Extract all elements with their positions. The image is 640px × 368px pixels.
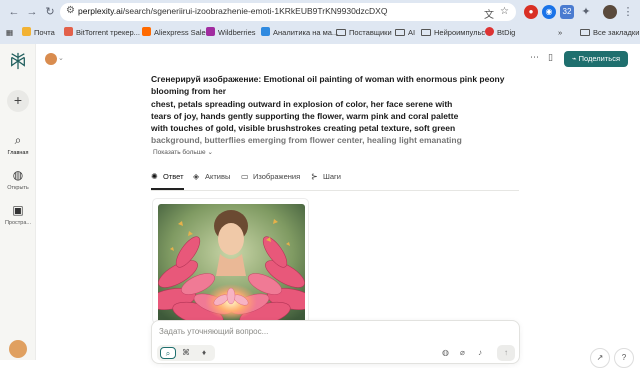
analytics-icon <box>261 27 270 36</box>
perplexity-logo-icon[interactable] <box>9 52 27 70</box>
send-button[interactable]: ↑ <box>497 345 515 361</box>
search-home-icon: ⌕ <box>14 133 22 147</box>
apps-grid-icon[interactable]: ▦ <box>6 27 13 39</box>
back-arrow-icon[interactable]: ← <box>6 4 22 20</box>
chevron-down-icon[interactable]: ⌄ <box>58 54 64 62</box>
mail-icon <box>22 27 31 36</box>
bookmark-item[interactable]: BitTorrent трекер... <box>64 27 140 39</box>
query-line: blooming from her <box>151 86 227 97</box>
bookmark-icon[interactable]: ▯ <box>548 52 553 63</box>
query-line: tears of joy, hands gently supporting th… <box>151 110 459 121</box>
bookmark-folder[interactable]: Поставщики <box>336 27 392 39</box>
author-avatar[interactable] <box>45 53 57 65</box>
extensions-puzzle-icon[interactable]: ✦ <box>578 4 594 20</box>
bookmark-item[interactable]: Почта <box>22 27 55 39</box>
more-options-icon[interactable]: ⋯ <box>530 52 539 63</box>
spaces-icon: ▣ <box>12 203 24 217</box>
more-bookmarks-icon[interactable]: » <box>558 27 562 39</box>
query-line: Сгенерируй изображение: Emotional oil pa… <box>151 74 505 84</box>
sidebar-item-label: Открыть <box>7 185 29 191</box>
bookmark-item[interactable]: Аналитика на ма... <box>261 27 338 39</box>
steps-icon: ⊱ <box>311 172 318 181</box>
url-domain: perplexity.ai <box>78 6 123 16</box>
tab-answer[interactable]: ✺ Ответ <box>151 171 184 190</box>
perplexity-icon: ✺ <box>151 172 158 181</box>
labs-mode-icon[interactable]: ♦ <box>196 347 212 359</box>
chevron-down-icon: ⌄ <box>207 149 213 156</box>
tab-images[interactable]: ▭ Изображения <box>241 171 300 190</box>
search-mode-icon[interactable]: ⌕ <box>160 347 176 359</box>
profile-avatar[interactable] <box>603 5 617 19</box>
extension-badge-icon[interactable]: 32 <box>560 5 574 19</box>
address-bar[interactable]: ⚙ perplexity.ai/search/sgeneriirui-izoob… <box>60 3 516 21</box>
share-feedback-button[interactable]: ↗ <box>590 348 610 368</box>
folder-icon <box>336 29 346 36</box>
arrow-up-icon: ↑ <box>504 348 508 357</box>
show-more-button[interactable]: Показать больше ⌄ <box>153 148 213 156</box>
site-info-icon[interactable]: ⚙ <box>66 5 75 16</box>
all-bookmarks-folder[interactable]: Все закладки <box>580 27 639 39</box>
extension-icon[interactable]: ● <box>524 5 538 19</box>
sidebar-item-spaces[interactable]: ▣ Простра... <box>0 202 36 226</box>
help-button[interactable]: ? <box>614 348 634 368</box>
query-line: background, butterflies emerging from fl… <box>151 135 462 146</box>
translate-icon[interactable]: 文 <box>484 6 494 21</box>
follow-up-input[interactable]: Задать уточняющий вопрос... <box>159 327 268 336</box>
browser-chrome: ← → ↻ ⚙ perplexity.ai/search/sgeneriirui… <box>0 0 640 44</box>
tab-steps[interactable]: ⊱ Шаги <box>311 171 341 190</box>
search-mode-toggle: ⌕ ⌘ ♦ <box>157 345 215 361</box>
sidebar-item-label: Простра... <box>4 220 32 226</box>
bookmarks-bar: ▦ Почта BitTorrent трекер... Aliexpress … <box>0 24 640 42</box>
aliexpress-icon <box>142 27 151 36</box>
bookmark-item[interactable]: Aliexpress Saler <box>142 27 208 39</box>
sidebar-item-discover[interactable]: ◍ Открыть <box>0 167 36 191</box>
forward-arrow-icon[interactable]: → <box>24 4 40 20</box>
browser-menu-icon[interactable]: ⋮ <box>620 4 636 20</box>
bookmark-folder[interactable]: Нейроимпульс <box>421 27 485 39</box>
share-button[interactable]: ⌁ Поделиться <box>564 51 628 67</box>
reload-icon[interactable]: ↻ <box>42 4 58 20</box>
image-icon: ▭ <box>241 172 249 181</box>
extension-badge-count: 32 <box>562 7 572 16</box>
extension-icon[interactable]: ◉ <box>542 5 556 19</box>
torrent-icon <box>64 27 73 36</box>
bookmark-item[interactable]: Wildberries <box>206 27 256 39</box>
microphone-icon[interactable]: ♪ <box>478 348 482 357</box>
generated-image-card[interactable] <box>152 198 309 324</box>
user-avatar[interactable] <box>9 340 27 358</box>
globe-icon: ◍ <box>12 168 24 182</box>
bookmark-star-icon[interactable]: ☆ <box>500 6 509 17</box>
layers-icon: ◈ <box>193 172 200 181</box>
folder-icon <box>580 29 590 36</box>
bookmark-item[interactable]: BtDig <box>485 27 515 39</box>
new-thread-button[interactable]: + <box>7 90 29 112</box>
browser-toolbar: ← → ↻ ⚙ perplexity.ai/search/sgeneriirui… <box>0 0 640 24</box>
sidebar: + ⌕ Главная ◍ Открыть ▣ Простра... <box>0 44 36 360</box>
generated-image[interactable] <box>158 204 305 324</box>
bookmark-folder[interactable]: AI <box>395 27 415 39</box>
attach-icon[interactable]: ⌀ <box>460 348 465 357</box>
wildberries-icon <box>206 27 215 36</box>
link-icon: ⌁ <box>571 54 577 63</box>
result-tabs: ✺ Ответ ◈ Активы ▭ Изображения ⊱ Шаги <box>151 171 519 191</box>
globe-icon[interactable]: ◍ <box>442 348 449 357</box>
btdig-icon <box>485 27 494 36</box>
research-mode-icon[interactable]: ⌘ <box>178 347 194 359</box>
sidebar-item-label: Главная <box>7 150 29 156</box>
query-text: Сгенерируй изображение: Emotional oil pa… <box>151 73 505 147</box>
query-line: with touches of gold, visible brushstrok… <box>151 123 456 134</box>
sidebar-item-home[interactable]: ⌕ Главная <box>0 132 36 156</box>
follow-up-composer[interactable]: Задать уточняющий вопрос... ⌕ ⌘ ♦ ◍ ⌀ ♪ … <box>151 320 520 364</box>
folder-icon <box>395 29 405 36</box>
query-line: chest, petals spreading outward in explo… <box>151 98 453 109</box>
url-path: /search/sgeneriirui-izoobrazhenie-emoti-… <box>122 6 388 16</box>
folder-icon <box>421 29 431 36</box>
tab-assets[interactable]: ◈ Активы <box>193 171 230 190</box>
